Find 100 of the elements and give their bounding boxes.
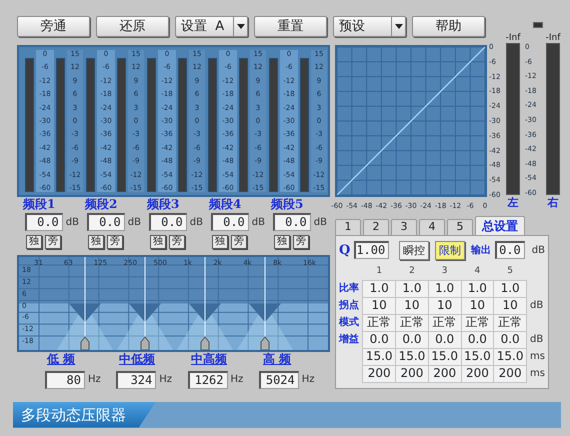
- unit-label: Hz: [302, 373, 315, 387]
- table-cell: 10: [396, 297, 428, 314]
- band-label: 频段3: [146, 197, 180, 212]
- table-cell: 15.0: [362, 348, 396, 365]
- band-label: 频段2: [84, 197, 118, 212]
- frequency-field[interactable]: 1262: [188, 370, 228, 388]
- table-cell: 15.0: [396, 348, 428, 365]
- toolbar-button[interactable]: 重置: [254, 16, 327, 37]
- table-cell: 0.0: [362, 331, 396, 348]
- dropdown[interactable]: 设置 A: [175, 16, 248, 37]
- table-cell: 1.0: [396, 280, 428, 297]
- unit-label: dB: [252, 216, 265, 230]
- tab[interactable]: 4: [419, 218, 445, 234]
- table-cell: 200: [494, 365, 526, 382]
- solo-button[interactable]: 独: [88, 235, 104, 249]
- table-cell: 15.0: [461, 348, 494, 365]
- toggle-button[interactable]: 瞬控: [399, 240, 430, 260]
- gain-field[interactable]: 0.0: [87, 213, 125, 231]
- crossover-marker[interactable]: [237, 257, 293, 350]
- column-header: 3: [428, 263, 462, 280]
- bypass-button[interactable]: 旁: [45, 235, 61, 249]
- unit-label: Hz: [159, 373, 172, 387]
- indicator-light: [533, 22, 543, 28]
- channel-label: 右: [548, 195, 558, 211]
- tab[interactable]: 2: [363, 218, 389, 234]
- table-cell: 0.0: [494, 331, 526, 348]
- bypass-button[interactable]: 旁: [293, 235, 309, 249]
- table-cell: 1.0: [428, 280, 462, 297]
- panel-title: 多段动态压限器: [13, 402, 156, 428]
- row-label: 增益: [339, 331, 363, 348]
- caret-icon: [394, 24, 402, 29]
- gain-field[interactable]: 0.0: [211, 213, 249, 231]
- unit-label: ms: [526, 348, 545, 365]
- gain-field[interactable]: 0.0: [273, 213, 311, 231]
- table-cell: 10: [362, 297, 396, 314]
- toolbar-button[interactable]: 还原: [96, 16, 169, 37]
- solo-button[interactable]: 独: [26, 235, 42, 249]
- column-header: 1: [362, 263, 396, 280]
- toolbar-button[interactable]: 帮助: [412, 16, 485, 37]
- unit-label: dB: [66, 216, 79, 230]
- table-cell: 正常: [396, 314, 428, 331]
- channel-label: 左: [508, 195, 518, 211]
- row-label: 模式: [339, 314, 363, 331]
- solo-button[interactable]: 独: [150, 235, 166, 249]
- frequency-field[interactable]: 5024: [258, 370, 299, 388]
- table-cell: 10: [428, 297, 462, 314]
- toggle-button[interactable]: 限制: [435, 240, 466, 260]
- unit-label: dB: [314, 216, 327, 230]
- crossover-marker[interactable]: [57, 257, 113, 350]
- column-header: 5: [494, 263, 526, 280]
- band-label: 中低频: [119, 352, 155, 366]
- unit-label: Hz: [88, 373, 101, 387]
- solo-button[interactable]: 独: [274, 235, 290, 249]
- unit-label: dB: [190, 216, 203, 230]
- gain-field[interactable]: 0.0: [25, 213, 63, 231]
- tab[interactable]: 3: [391, 218, 417, 234]
- frequency-field[interactable]: 324: [116, 370, 156, 388]
- table-cell: 1.0: [461, 280, 494, 297]
- bypass-button[interactable]: 旁: [231, 235, 247, 249]
- q-field[interactable]: 1.00: [354, 241, 390, 260]
- row-label: 拐点: [339, 297, 363, 314]
- frequency-field[interactable]: 80: [45, 370, 85, 388]
- table-cell: 正常: [494, 314, 526, 331]
- output-field[interactable]: 0.0: [495, 241, 525, 260]
- band-label: 频段5: [270, 197, 304, 212]
- table-cell: 200: [461, 365, 494, 382]
- peak-readout: -Inf: [506, 33, 520, 43]
- dropdown[interactable]: 预设: [333, 16, 406, 37]
- gain-field[interactable]: 0.0: [149, 213, 187, 231]
- crossover-marker[interactable]: [177, 257, 233, 350]
- column-header: 2: [396, 263, 428, 280]
- toolbar-button[interactable]: 旁通: [17, 16, 90, 37]
- table-cell: 0.0: [461, 331, 494, 348]
- band-label: 中高频: [191, 352, 227, 366]
- table-cell: 0.0: [396, 331, 428, 348]
- table-cell: 1.0: [362, 280, 396, 297]
- band-label: 频段1: [22, 197, 56, 212]
- band-label: 高 频: [263, 352, 292, 366]
- table-cell: 0.0: [428, 331, 462, 348]
- unit-label: dB: [526, 331, 545, 348]
- table-cell: 200: [362, 365, 396, 382]
- unit-label: dB: [128, 216, 141, 230]
- bypass-button[interactable]: 旁: [169, 235, 185, 249]
- unit-label: Hz: [230, 373, 244, 387]
- peak-readout: -Inf: [546, 33, 560, 43]
- band-label: 频段4: [208, 197, 242, 212]
- bypass-button[interactable]: 旁: [107, 235, 123, 249]
- band-label: 低 频: [47, 352, 76, 366]
- solo-button[interactable]: 独: [212, 235, 228, 249]
- caret-icon: [236, 24, 244, 29]
- table-cell: 正常: [428, 314, 462, 331]
- tab[interactable]: 总设置: [475, 216, 525, 234]
- tab[interactable]: 5: [447, 218, 473, 234]
- tab[interactable]: 1: [335, 218, 361, 234]
- crossover-marker[interactable]: [117, 257, 173, 350]
- unit-label: ms: [526, 365, 545, 382]
- table-cell: 1.0: [494, 280, 526, 297]
- table-cell: 15.0: [428, 348, 462, 365]
- table-cell: 200: [396, 365, 428, 382]
- table-cell: 10: [494, 297, 526, 314]
